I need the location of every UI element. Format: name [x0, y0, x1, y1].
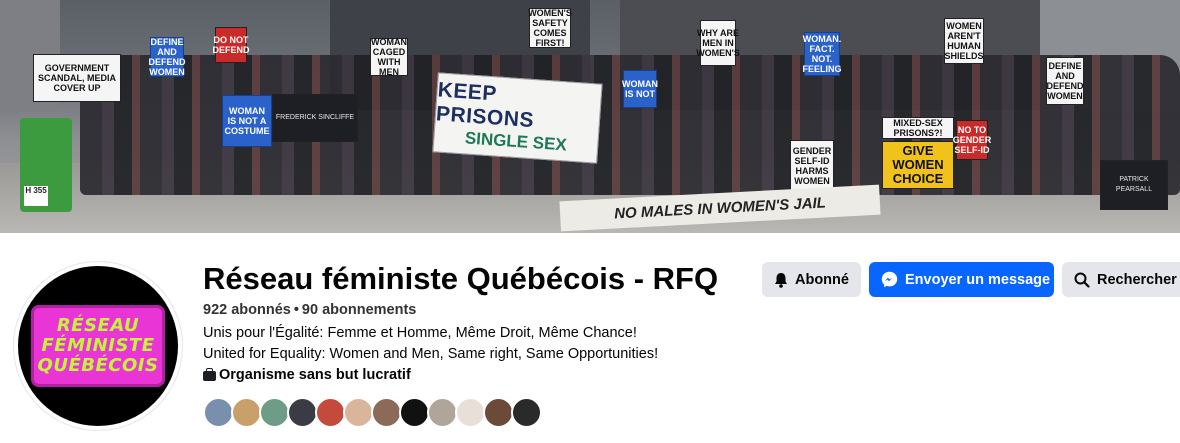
- post-tag: H 355: [24, 186, 48, 206]
- send-message-label: Envoyer un message: [905, 271, 1051, 288]
- protest-sign: WOMAN IS NOT A COSTUME: [222, 95, 272, 147]
- follower-avatar[interactable]: [259, 397, 290, 428]
- bell-icon: [775, 272, 787, 288]
- follower-avatar[interactable]: [371, 397, 402, 428]
- protest-sign: WOMAN IS NOT: [622, 70, 658, 108]
- follower-avatar[interactable]: [483, 397, 514, 428]
- keep-prisons-banner: KEEP PRISONS SINGLE SEX: [432, 72, 603, 164]
- logo-line: FÉMINISTE: [41, 335, 155, 356]
- search-icon: [1074, 272, 1090, 288]
- follower-avatar[interactable]: [399, 397, 430, 428]
- separator-dot: •: [293, 302, 299, 318]
- protest-sign: WOMEN AREN'T HUMAN SHIELDS: [944, 18, 984, 64]
- cover-photo[interactable]: H 355 GOVERNMENT SCANDAL, MEDIA COVER UP…: [0, 0, 1180, 233]
- follower-avatar[interactable]: [287, 397, 318, 428]
- following-link[interactable]: 90 abonnements: [302, 302, 416, 318]
- protest-sign: GOVERNMENT SCANDAL, MEDIA COVER UP: [33, 54, 121, 102]
- messenger-icon: [881, 271, 898, 288]
- protest-sign: WOMAN. FACT. NOT. FEELING: [802, 32, 842, 76]
- follower-avatar[interactable]: [203, 397, 234, 428]
- street-post: H 355: [20, 118, 72, 212]
- search-label: Rechercher: [1097, 271, 1177, 288]
- logo-line: QUÉBÉCOIS: [37, 355, 159, 376]
- protest-sign: DEFINE AND DEFEND WOMEN: [148, 37, 186, 77]
- protest-sign: FREDERICK SINCLIFFE: [272, 94, 358, 142]
- protest-sign: DEFINE AND DEFEND WOMEN: [1046, 57, 1084, 105]
- protest-sign: GIVE WOMEN CHOICE: [882, 141, 954, 189]
- followers-link[interactable]: 922 abonnés: [203, 302, 291, 318]
- protest-sign: WOMAN CAGED WITH MEN: [370, 37, 408, 77]
- banner-line: KEEP PRISONS: [435, 78, 535, 133]
- page-category: Organisme sans but lucratif: [203, 367, 411, 383]
- category-label: Organisme sans but lucratif: [219, 367, 411, 383]
- follower-avatar[interactable]: [455, 397, 486, 428]
- protest-sign: MIXED-SEX PRISONS?!: [882, 117, 954, 139]
- follower-avatars[interactable]: [203, 397, 542, 428]
- follower-avatar[interactable]: [231, 397, 262, 428]
- bio-french: Unis pour l'Égalité: Femme et Homme, Mêm…: [203, 325, 637, 341]
- protest-sign: WHY ARE MEN IN WOMEN'S: [696, 20, 740, 66]
- subscribed-label: Abonné: [795, 271, 849, 288]
- protest-sign: DO NOT DEFEND: [213, 27, 250, 63]
- page-title[interactable]: Réseau féministe Québécois - RFQ: [203, 260, 718, 298]
- subscribed-button[interactable]: Abonné: [762, 262, 861, 297]
- send-message-button[interactable]: Envoyer un message: [869, 262, 1054, 297]
- follower-avatar[interactable]: [511, 397, 542, 428]
- protest-sign: NO TO GENDER SELF-ID: [953, 120, 991, 160]
- search-button[interactable]: Rechercher: [1062, 262, 1180, 297]
- protest-sign: GENDER SELF-ID HARMS WOMEN: [790, 140, 834, 192]
- protest-sign: WOMEN'S SAFETY COMES FIRST!: [528, 8, 572, 48]
- bio-english: United for Equality: Women and Men, Same…: [203, 346, 659, 362]
- follower-avatar[interactable]: [343, 397, 374, 428]
- profile-avatar[interactable]: RÉSEAU FÉMINISTE QUÉBÉCOIS: [14, 262, 182, 430]
- logo-line: RÉSEAU: [56, 315, 140, 336]
- follower-avatar[interactable]: [427, 397, 458, 428]
- briefcase-icon: [203, 367, 216, 381]
- follow-stats: 922 abonnés • 90 abonnements: [203, 302, 416, 318]
- follower-avatar[interactable]: [315, 397, 346, 428]
- rfq-logo: RÉSEAU FÉMINISTE QUÉBÉCOIS: [31, 305, 165, 387]
- protest-sign: PATRICK PEARSALL: [1100, 160, 1168, 210]
